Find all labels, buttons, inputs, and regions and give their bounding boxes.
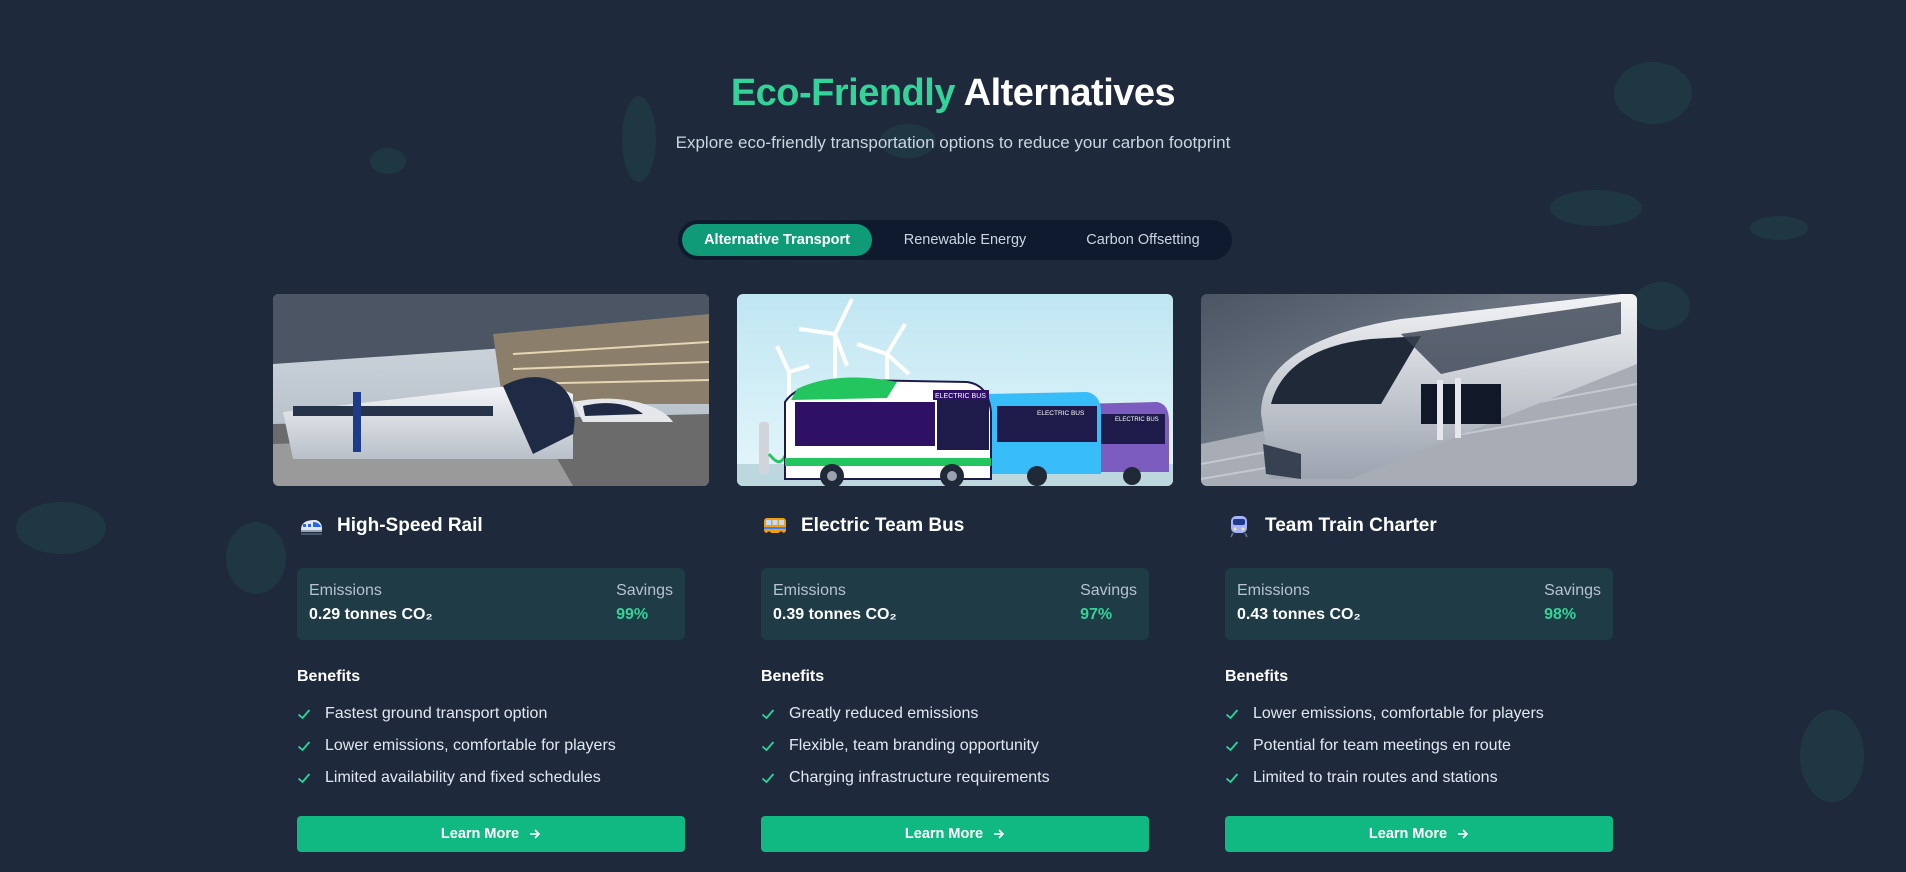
card-title: Electric Team Bus <box>801 515 965 536</box>
benefit-text: Lower emissions, comfortable for players <box>1253 705 1544 722</box>
alternatives-grid: High-Speed Rail Emissions 0.29 tonnes CO… <box>273 294 1637 854</box>
emissions-label: Emissions <box>1237 582 1310 599</box>
savings-value: 97% <box>1080 606 1113 623</box>
savings-value: 98% <box>1544 606 1577 623</box>
benefit-text: Flexible, team branding opportunity <box>789 737 1039 754</box>
benefit-text: Charging infrastructure requirements <box>789 769 1050 786</box>
emissions-label: Emissions <box>309 582 382 599</box>
savings-label: Savings <box>1544 582 1601 599</box>
benefit-item: Lower emissions, comfortable for players <box>1225 698 1613 730</box>
tab-alternative-transport[interactable]: Alternative Transport <box>682 224 872 256</box>
emissions-stats: Emissions 0.29 tonnes CO₂ Savings 99% <box>297 568 685 640</box>
benefit-item: Limited availability and fixed schedules <box>297 762 685 794</box>
high-speed-train-icon <box>297 512 325 540</box>
electric-buses-illustration: ELECTRIC BUS ELECTRIC BUS ELECTRIC BUS <box>737 294 1173 486</box>
bus-icon <box>761 512 789 540</box>
learn-more-label: Learn More <box>440 826 520 842</box>
svg-text:ELECTRIC BUS: ELECTRIC BUS <box>1115 417 1159 423</box>
alternative-card-team-train-charter: Team Train Charter Emissions 0.43 tonnes… <box>1201 294 1637 854</box>
tab-carbon-offsetting[interactable]: Carbon Offsetting <box>1058 224 1228 256</box>
high-speed-train-photo <box>273 294 709 486</box>
check-icon <box>761 773 775 784</box>
page-title: Eco-Friendly Alternatives <box>0 72 1906 115</box>
savings-label: Savings <box>616 582 673 599</box>
benefit-item: Charging infrastructure requirements <box>761 762 1149 794</box>
benefits-heading: Benefits <box>761 668 825 685</box>
emissions-value: 0.43 tonnes CO₂ <box>1237 606 1361 623</box>
arrow-right-icon <box>1458 829 1469 839</box>
alternative-card-electric-team-bus: ELECTRIC BUS ELECTRIC BUS ELECTRIC BUS E… <box>737 294 1173 854</box>
train-icon <box>1225 512 1253 540</box>
benefit-item: Lower emissions, comfortable for players <box>297 730 685 762</box>
benefit-item: Greatly reduced emissions <box>761 698 1149 730</box>
svg-text:ELECTRIC BUS: ELECTRIC BUS <box>935 393 986 400</box>
benefit-text: Limited availability and fixed schedules <box>325 769 601 786</box>
check-icon <box>297 741 311 752</box>
learn-more-button[interactable]: Learn More <box>1225 816 1613 852</box>
background-blob <box>1550 190 1642 226</box>
benefit-item: Flexible, team branding opportunity <box>761 730 1149 762</box>
check-icon <box>297 773 311 784</box>
futuristic-train-render <box>1201 294 1637 486</box>
page-header: Eco-Friendly Alternatives Explore eco-fr… <box>0 72 1906 153</box>
benefits-list: Lower emissions, comfortable for players… <box>1225 698 1613 794</box>
tab-renewable-energy[interactable]: Renewable Energy <box>872 224 1058 256</box>
check-icon <box>297 709 311 720</box>
card-title: High-Speed Rail <box>337 515 483 536</box>
check-icon <box>761 709 775 720</box>
savings-label: Savings <box>1080 582 1137 599</box>
check-icon <box>761 741 775 752</box>
benefit-text: Potential for team meetings en route <box>1253 737 1511 754</box>
benefit-text: Limited to train routes and stations <box>1253 769 1498 786</box>
learn-more-button[interactable]: Learn More <box>297 816 685 852</box>
benefits-list: Greatly reduced emissions Flexible, team… <box>761 698 1149 794</box>
emissions-value: 0.39 tonnes CO₂ <box>773 606 897 623</box>
arrow-right-icon <box>530 829 541 839</box>
benefit-text: Lower emissions, comfortable for players <box>325 737 616 754</box>
category-tabs: Alternative Transport Renewable Energy C… <box>678 220 1232 260</box>
learn-more-label: Learn More <box>904 826 984 842</box>
emissions-value: 0.29 tonnes CO₂ <box>309 606 433 623</box>
benefit-item: Limited to train routes and stations <box>1225 762 1613 794</box>
emissions-stats: Emissions 0.39 tonnes CO₂ Savings 97% <box>761 568 1149 640</box>
title-rest: Alternatives <box>963 72 1176 114</box>
benefit-item: Potential for team meetings en route <box>1225 730 1613 762</box>
benefits-heading: Benefits <box>297 668 361 685</box>
background-blob <box>16 502 106 554</box>
benefits-list: Fastest ground transport option Lower em… <box>297 698 685 794</box>
benefits-heading: Benefits <box>1225 668 1289 685</box>
benefit-item: Fastest ground transport option <box>297 698 685 730</box>
benefit-text: Fastest ground transport option <box>325 705 548 722</box>
background-blob <box>1632 282 1690 330</box>
emissions-label: Emissions <box>773 582 846 599</box>
learn-more-button[interactable]: Learn More <box>761 816 1149 852</box>
page-subtitle: Explore eco-friendly transportation opti… <box>675 133 1231 152</box>
check-icon <box>1225 709 1239 720</box>
background-blob <box>1800 710 1864 802</box>
learn-more-label: Learn More <box>1368 826 1448 842</box>
title-accent: Eco-Friendly <box>730 72 956 114</box>
card-title: Team Train Charter <box>1265 515 1437 536</box>
arrow-right-icon <box>994 829 1005 839</box>
alternative-card-high-speed-rail: High-Speed Rail Emissions 0.29 tonnes CO… <box>273 294 709 854</box>
svg-text:ELECTRIC BUS: ELECTRIC BUS <box>1037 410 1085 417</box>
check-icon <box>1225 773 1239 784</box>
savings-value: 99% <box>616 606 649 623</box>
benefit-text: Greatly reduced emissions <box>789 705 979 722</box>
check-icon <box>1225 741 1239 752</box>
background-blob <box>1750 216 1808 240</box>
emissions-stats: Emissions 0.43 tonnes CO₂ Savings 98% <box>1225 568 1613 640</box>
